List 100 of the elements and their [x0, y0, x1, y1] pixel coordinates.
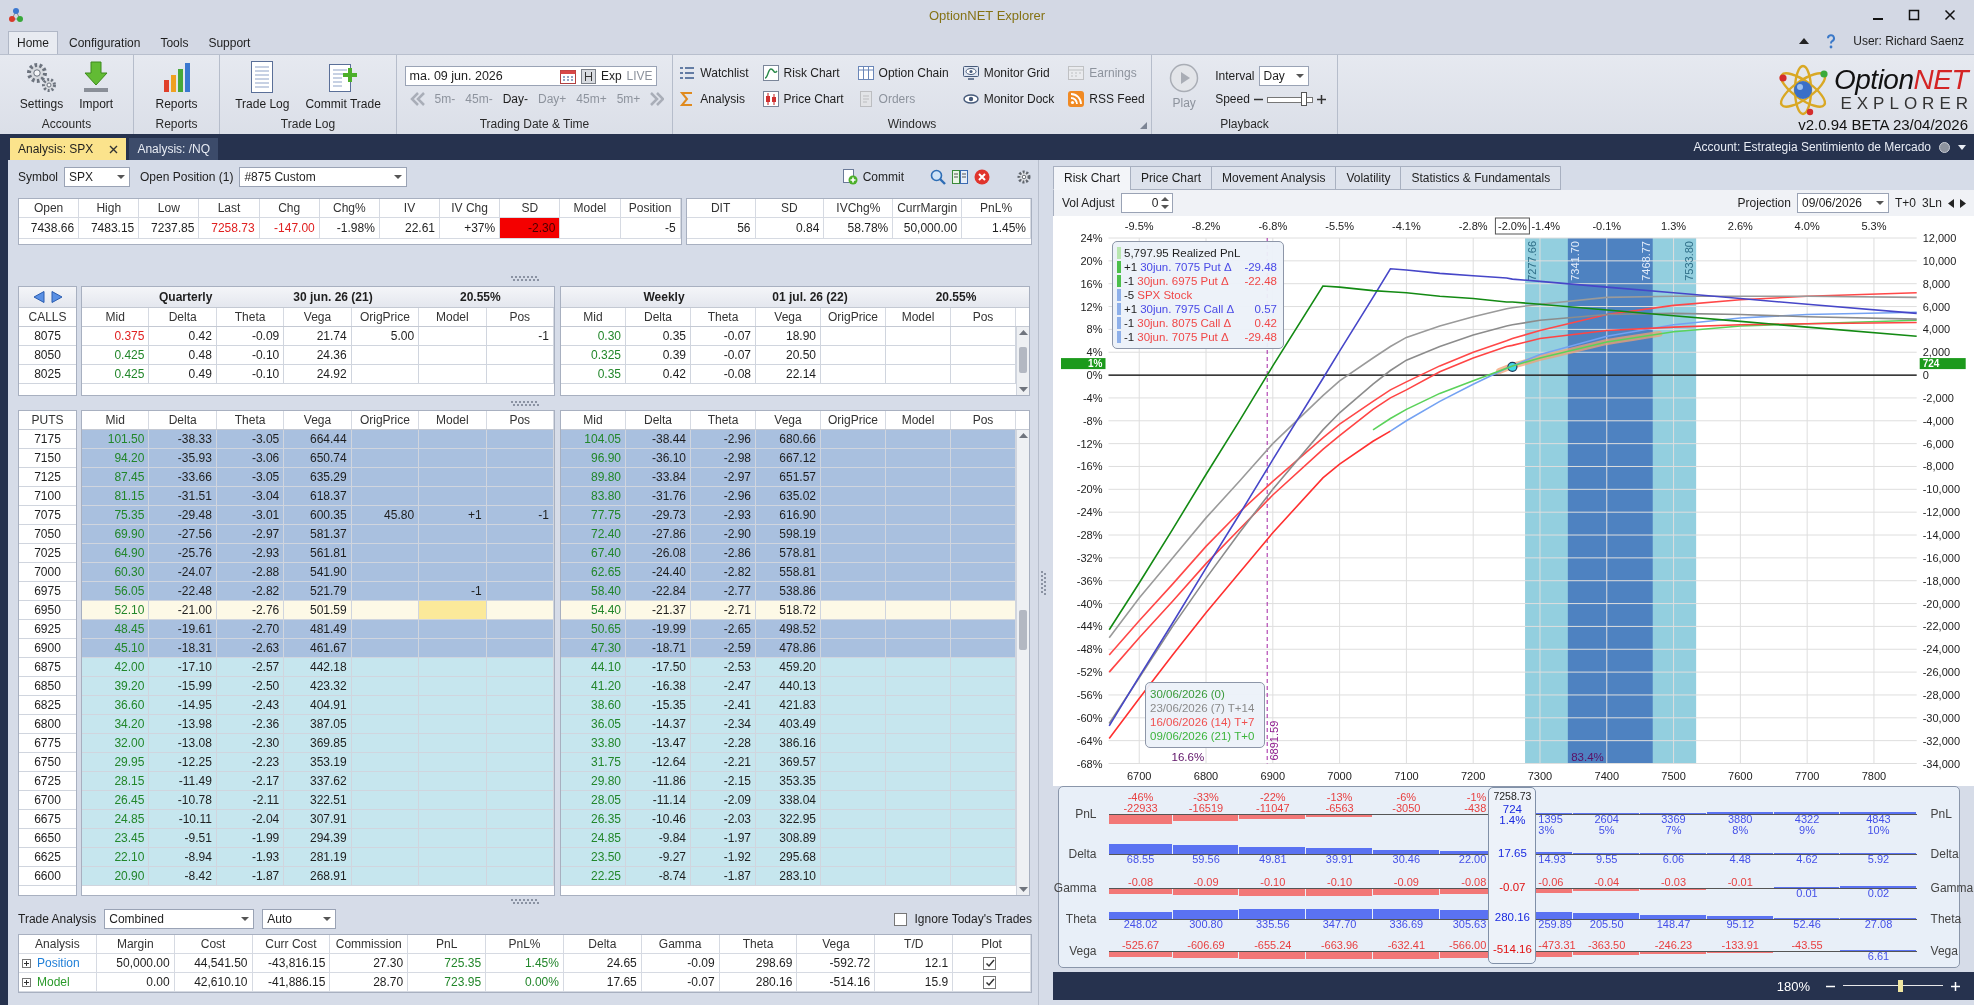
table-row[interactable]: 22.25 -8.74 -1.87 283.10	[561, 867, 1016, 886]
scrollbar-thumb[interactable]	[1019, 347, 1027, 373]
plot-checkbox[interactable]	[983, 975, 997, 989]
table-row[interactable]: 67.40 -26.08 -2.86 578.81	[561, 544, 1016, 563]
table-row[interactable]: 96.90 -36.10 -2.98 667.12	[561, 449, 1016, 468]
right-arrow-icon[interactable]	[50, 291, 63, 303]
menu-tab[interactable]: Support	[199, 31, 260, 54]
table-row[interactable]: 50.65 -19.99 -2.65 498.52	[561, 620, 1016, 639]
dropdown-arrow-icon[interactable]	[1958, 144, 1966, 150]
table-row[interactable]: 32.00 -13.08 -2.30 369.85	[82, 734, 554, 753]
date-value[interactable]: ma. 09 jun. 2026	[409, 69, 555, 83]
window-button[interactable]: Analysis	[677, 88, 751, 110]
table-row[interactable]: 34.20 -13.98 -2.36 387.05	[82, 715, 554, 734]
date-field[interactable]: ma. 09 jun. 2026 Exp LIVE	[404, 66, 657, 86]
focused-cell[interactable]	[419, 601, 487, 619]
plus-icon[interactable]	[1316, 94, 1326, 104]
splitter-grip-icon[interactable]	[1041, 570, 1046, 595]
table-row[interactable]: 0.325 0.39 -0.07 20.50	[561, 346, 1016, 365]
table-row[interactable]: 41.20 -16.38 -2.47 440.13	[561, 677, 1016, 696]
speed-slider[interactable]	[1266, 92, 1313, 106]
table-row[interactable]: 47.30 -18.71 -2.59 478.86	[561, 639, 1016, 658]
table-row[interactable]: 104.05 -38.44 -2.96 680.66	[561, 430, 1016, 449]
document-tab[interactable]: Analysis: SPX	[10, 138, 127, 160]
table-row[interactable]: 23.45 -9.51 -1.99 294.39	[82, 829, 554, 848]
calendar-icon[interactable]	[559, 68, 576, 84]
table-row[interactable]: 26.45 -10.78 -2.11 322.51	[82, 791, 554, 810]
scrollbar-thumb[interactable]	[1019, 610, 1027, 650]
table-row[interactable]: 0.30 0.35 -0.07 18.90	[561, 327, 1016, 346]
table-row[interactable]: 87.45 -33.66 -3.05 635.29	[82, 468, 554, 487]
table-row[interactable]: 77.75 -29.73 -2.93 616.90	[561, 506, 1016, 525]
scroll-down-icon[interactable]	[1018, 887, 1028, 892]
window-button[interactable]: Monitor Grid	[960, 62, 1057, 84]
ribbon-button[interactable]: Import	[76, 59, 117, 113]
left-arrow-icon[interactable]	[32, 291, 45, 303]
exp-toggle[interactable]: Exp	[600, 69, 622, 83]
row-name[interactable]: Position	[37, 954, 80, 972]
ribbon-button[interactable]: Commit Trade	[302, 59, 384, 113]
magnifier-icon[interactable]	[930, 169, 946, 185]
table-row[interactable]: 20.90 -8.42 -1.87 268.91	[82, 867, 554, 886]
table-row[interactable]: 60.30 -24.07 -2.88 541.90	[82, 563, 554, 582]
plus-box-icon[interactable]	[22, 977, 31, 987]
table-row[interactable]: 38.60 -15.35 -2.41 421.83	[561, 696, 1016, 715]
document-tab[interactable]: Analysis: /NQ	[129, 138, 219, 160]
table-row[interactable]: 69.90 -27.56 -2.97 581.37	[82, 525, 554, 544]
dialog-launcher-icon[interactable]	[1140, 122, 1147, 129]
table-row[interactable]: 28.15 -11.49 -2.17 337.62	[82, 772, 554, 791]
table-row[interactable]: 58.40 -22.84 -2.77 538.86	[561, 582, 1016, 601]
table-row[interactable]: 52.10 -21.00 -2.76 501.59	[82, 601, 554, 620]
splitter-grip-icon[interactable]	[511, 400, 539, 406]
checkbox[interactable]	[893, 912, 907, 926]
tab[interactable]: Movement Analysis	[1211, 166, 1337, 190]
tab[interactable]: Risk Chart	[1053, 166, 1131, 190]
table-row[interactable]: 56.05 -22.48 -2.82 521.79 -1	[82, 582, 554, 601]
table-row[interactable]: 33.80 -13.47 -2.28 386.16	[561, 734, 1016, 753]
table-row[interactable]: 89.80 -33.84 -2.97 651.57	[561, 468, 1016, 487]
ribbon-button[interactable]: Reports	[152, 59, 201, 113]
table-row[interactable]: 29.80 -11.86 -2.15 353.35	[561, 772, 1016, 791]
ribbon-button[interactable]: Settings	[16, 59, 67, 113]
table-row[interactable]: 22.10 -8.94 -1.93 281.19	[82, 848, 554, 867]
plot-checkbox[interactable]	[983, 956, 997, 970]
table-row[interactable]: 36.60 -14.95 -2.43 404.91	[82, 696, 554, 715]
columns-icon[interactable]	[952, 169, 968, 185]
symbol-dropdown[interactable]: SPX	[64, 167, 130, 187]
checkbox-label[interactable]: Ignore Today's Trades	[914, 912, 1032, 926]
analysis-mode-dropdown[interactable]: Combined	[104, 909, 255, 929]
commit-button[interactable]: Commit	[837, 167, 908, 187]
line-count[interactable]: 3Ln	[1921, 196, 1942, 210]
window-button[interactable]: Monitor Dock	[960, 88, 1057, 110]
tab[interactable]: Price Chart	[1130, 166, 1213, 190]
table-row[interactable]: 81.15 -31.51 -3.04 618.37	[82, 487, 554, 506]
next-arrow-icon[interactable]	[1960, 198, 1966, 208]
table-row[interactable]: 54.40 -21.37 -2.71 518.72	[561, 601, 1016, 620]
table-row[interactable]: 45.10 -18.31 -2.63 461.67	[82, 639, 554, 658]
menu-tab[interactable]: Tools	[151, 31, 198, 54]
table-row[interactable]: 29.95 -12.25 -2.23 353.19	[82, 753, 554, 772]
table-row[interactable]: 72.40 -27.86 -2.90 598.19	[561, 525, 1016, 544]
ribbon-button[interactable]: Trade Log	[232, 59, 293, 113]
interval-dropdown[interactable]: Day	[1258, 66, 1309, 86]
table-row[interactable]: 64.90 -25.76 -2.93 561.81	[82, 544, 554, 563]
row-name[interactable]: Model	[37, 973, 70, 991]
close-icon[interactable]	[1944, 9, 1956, 21]
table-row[interactable]: 39.20 -15.99 -2.50 423.32	[82, 677, 554, 696]
vol-adjust-spinner[interactable]: 0	[1120, 193, 1173, 213]
table-row[interactable]: 36.05 -14.37 -2.34 403.49	[561, 715, 1016, 734]
window-button[interactable]: RSS Feed	[1066, 88, 1147, 110]
maximize-icon[interactable]	[1908, 9, 1920, 21]
tab[interactable]: Statistics & Fundamentals	[1400, 166, 1562, 190]
scroll-up-icon[interactable]	[1018, 330, 1028, 335]
caret-up-icon[interactable]	[1799, 38, 1810, 44]
slider-thumb[interactable]	[1897, 980, 1903, 992]
scroll-up-icon[interactable]	[1018, 433, 1028, 438]
scroll-down-icon[interactable]	[1018, 387, 1028, 392]
table-row[interactable]: 75.35 -29.48 -3.01 600.35 45.80 +1 -1	[82, 506, 554, 525]
tab[interactable]: Volatility	[1335, 166, 1402, 190]
table-row[interactable]: 83.80 -31.76 -2.96 635.02	[561, 487, 1016, 506]
previous-arrow-icon[interactable]	[1948, 198, 1954, 208]
table-row[interactable]: 28.05 -11.14 -2.09 338.04	[561, 791, 1016, 810]
zoom-slider[interactable]	[1843, 980, 1943, 992]
table-row[interactable]: 42.00 -17.10 -2.57 442.18	[82, 658, 554, 677]
position-dropdown[interactable]: #875 Custom	[239, 167, 408, 187]
